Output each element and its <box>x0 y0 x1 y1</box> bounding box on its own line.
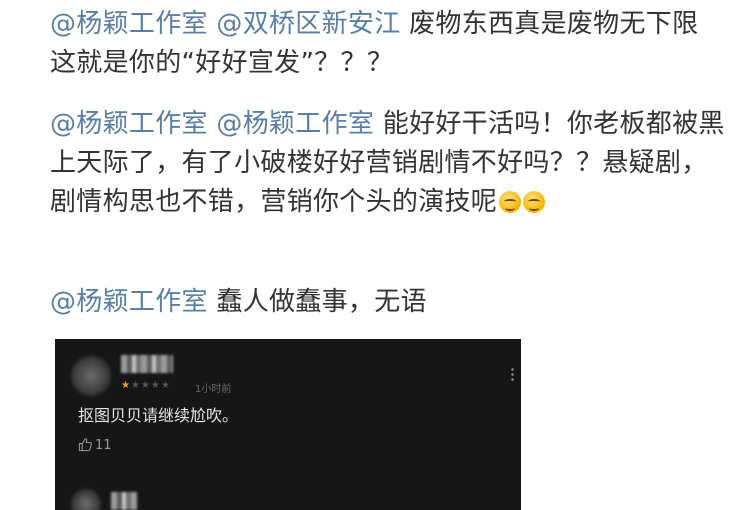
review-timestamp: 1小时前 <box>195 384 232 395</box>
embedded-review-screenshot: ★★★★★ 1小时前 抠图贝贝请继续尬吹。 11 <box>55 339 521 510</box>
comment-2: @杨颖工作室 @杨颖工作室 能好好干活吗！你老板都被黑上天际了，有了小破楼好好营… <box>50 105 732 222</box>
more-vertical-icon[interactable] <box>511 367 514 381</box>
mention-link[interactable]: @杨颖工作室 <box>216 109 374 139</box>
star-rating: ★★★★★ <box>121 380 171 391</box>
thumbs-up-icon <box>78 438 92 452</box>
avatar <box>71 489 101 510</box>
smirk-face-emoji <box>499 191 522 213</box>
like-count: 11 <box>95 438 112 453</box>
star-empty-icon: ★★★★ <box>130 380 171 391</box>
username-blurred <box>121 355 173 373</box>
mention-link[interactable]: @杨颖工作室 <box>50 287 208 317</box>
username-blurred <box>111 492 137 510</box>
mention-link[interactable]: @杨颖工作室 <box>50 109 208 139</box>
review-text: 抠图贝贝请继续尬吹。 <box>78 406 239 425</box>
like-button[interactable]: 11 <box>78 437 112 453</box>
comment-1: @杨颖工作室 @双桥区新安江 废物东西真是废物无下限 这就是你的“好好宣发”？？… <box>50 5 732 83</box>
mention-link[interactable]: @杨颖工作室 <box>50 9 208 39</box>
smirk-face-emoji <box>523 191 546 213</box>
star-filled-icon: ★ <box>121 380 131 391</box>
avatar <box>71 356 111 396</box>
comment-text: 蠢人做蠢事，无语 <box>216 287 427 317</box>
comment-3: @杨颖工作室 蠢人做蠢事，无语 <box>50 283 732 322</box>
mention-link[interactable]: @双桥区新安江 <box>216 9 400 39</box>
